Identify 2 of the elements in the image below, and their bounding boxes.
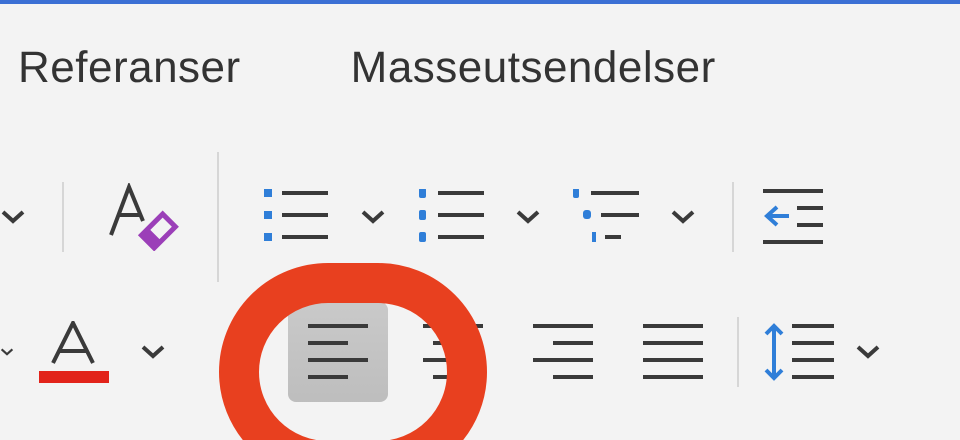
ribbon-tab[interactable]: Masseutsendelser — [350, 43, 716, 93]
ribbon-tab[interactable]: Referanser — [18, 43, 241, 93]
